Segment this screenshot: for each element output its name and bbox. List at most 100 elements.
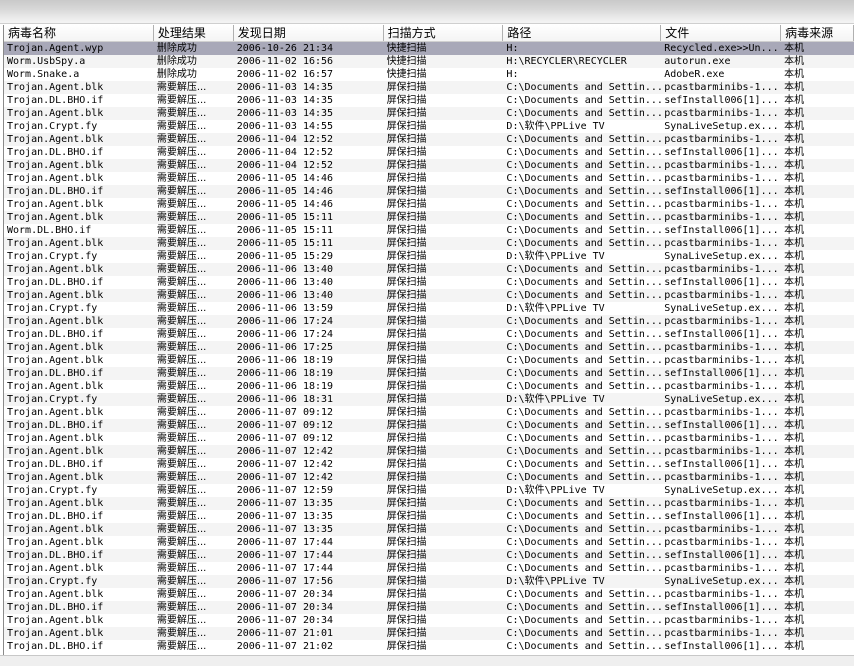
table-row[interactable]: Trojan.DL.BHO.if 需要解压... 2006-11-07 21:02 屏… — [4, 640, 854, 653]
table-row[interactable]: Trojan.DL.BHO.if 需要解压... 2006-11-06 13:40 屏… — [4, 276, 854, 289]
table-row[interactable]: Trojan.Agent.blk 需要解压... 2006-11-05 15:11 屏… — [4, 237, 854, 250]
source-cell: 本机 — [784, 56, 805, 67]
virus-name-cell: Trojan.Crypt.fy — [7, 121, 98, 132]
path-cell: C:\Documents and Settin... — [506, 511, 662, 522]
column-header-source[interactable]: 病毒来源 — [781, 25, 854, 41]
table-row[interactable]: Trojan.Crypt.fy 需要解压... 2006-11-06 13:59 屏保… — [4, 302, 854, 315]
virus-name-cell: Trojan.Agent.wyp — [7, 43, 104, 54]
file-cell: sefInstall006[1]... — [664, 550, 779, 561]
scan-method-cell: 屏保扫描 — [386, 394, 427, 405]
table-row[interactable]: Trojan.Agent.blk 需要解压... 2006-11-07 17:44 屏… — [4, 536, 854, 549]
source-cell: 本机 — [784, 82, 805, 93]
table-row[interactable]: Trojan.Agent.blk 需要解压... 2006-11-07 13:35 屏… — [4, 523, 854, 536]
table-row[interactable]: Trojan.Agent.blk 需要解压... 2006-11-06 17:24 屏… — [4, 315, 854, 328]
table-row[interactable]: Worm.Snake.a 删除成功 2006-11-02 16:57 快捷扫描 H: Ad… — [4, 68, 854, 81]
scan-method-cell: 屏保扫描 — [386, 303, 427, 314]
column-header-virus-name[interactable]: 病毒名称 — [4, 25, 154, 41]
path-cell: C:\Documents and Settin... — [506, 550, 662, 561]
table-row[interactable]: Trojan.Agent.blk 需要解压... 2006-11-07 12:42 屏… — [4, 471, 854, 484]
column-header-found-date[interactable]: 发现日期 — [233, 25, 384, 41]
table-row[interactable]: Trojan.Agent.blk 需要解压... 2006-11-04 12:52 屏… — [4, 159, 854, 172]
table-row[interactable]: Trojan.DL.BHO.if 需要解压... 2006-11-07 13:35 屏… — [4, 510, 854, 523]
table-row[interactable]: Trojan.Agent.blk 需要解压... 2006-11-03 14:35 屏… — [4, 81, 854, 94]
table-row[interactable]: Trojan.Agent.blk 需要解压... 2006-11-06 13:40 屏… — [4, 289, 854, 302]
scan-method-cell: 屏保扫描 — [386, 134, 427, 145]
table-row[interactable]: Trojan.DL.BHO.if 需要解压... 2006-11-07 20:34 屏… — [4, 601, 854, 614]
file-cell: pcastbarminibs-1... — [664, 615, 779, 626]
path-cell: C:\Documents and Settin... — [506, 641, 662, 652]
table-row[interactable]: Trojan.Agent.blk 需要解压... 2006-11-07 09:12 屏… — [4, 432, 854, 445]
result-cell: 需要解压... — [156, 134, 207, 145]
virus-log-list[interactable]: 病毒名称 处理结果 发现日期 扫描方式 路径 文件 病毒来源 Trojan.Ag… — [3, 25, 854, 655]
source-cell: 本机 — [784, 355, 805, 366]
file-cell: SynaLiveSetup.ex... — [664, 303, 779, 314]
column-header-result[interactable]: 处理结果 — [153, 25, 234, 41]
result-cell: 需要解压... — [156, 199, 207, 210]
table-row[interactable]: Trojan.Agent.blk 需要解压... 2006-11-06 18:19 屏… — [4, 380, 854, 393]
scan-method-cell: 屏保扫描 — [386, 251, 427, 262]
file-cell: pcastbarminibs-1... — [664, 264, 779, 275]
table-row[interactable]: Trojan.DL.BHO.if 需要解压... 2006-11-07 09:12 屏… — [4, 419, 854, 432]
table-row[interactable]: Trojan.DL.BHO.if 需要解压... 2006-11-07 17:44 屏… — [4, 549, 854, 562]
virus-name-cell: Worm.DL.BHO.if — [7, 225, 92, 236]
file-cell: pcastbarminibs-1... — [664, 433, 779, 444]
scan-method-cell: 屏保扫描 — [386, 147, 427, 158]
table-row[interactable]: Trojan.Agent.blk 需要解压... 2006-11-07 21:01 屏… — [4, 627, 854, 640]
source-cell: 本机 — [784, 160, 805, 171]
table-row[interactable]: Worm.DL.BHO.if 需要解压... 2006-11-05 15:11 屏保扫… — [4, 224, 854, 237]
table-row[interactable]: Trojan.Agent.wyp 删除成功 2006-10-26 21:34 快捷扫描… — [4, 42, 854, 55]
table-row[interactable]: Trojan.Agent.blk 需要解压... 2006-11-07 20:34 屏… — [4, 614, 854, 627]
scan-method-cell: 屏保扫描 — [386, 108, 427, 119]
date-cell: 2006-11-06 13:40 — [236, 264, 334, 275]
result-cell: 需要解压... — [156, 173, 207, 184]
table-row[interactable]: Trojan.Agent.blk 需要解压... 2006-11-06 13:40 屏… — [4, 263, 854, 276]
table-row[interactable]: Trojan.Agent.blk 需要解压... 2006-11-07 12:42 屏… — [4, 445, 854, 458]
source-cell: 本机 — [784, 342, 805, 353]
source-cell: 本机 — [784, 394, 805, 405]
table-row[interactable]: Trojan.Crypt.fy 需要解压... 2006-11-03 14:55 屏保… — [4, 120, 854, 133]
table-row[interactable]: Trojan.Agent.blk 需要解压... 2006-11-05 14:46 屏… — [4, 172, 854, 185]
table-row[interactable]: Trojan.DL.BHO.if 需要解压... 2006-11-07 12:42 屏… — [4, 458, 854, 471]
table-row[interactable]: Trojan.Agent.blk 需要解压... 2006-11-07 09:12 屏… — [4, 406, 854, 419]
path-cell: C:\Documents and Settin... — [506, 212, 662, 223]
virus-name-cell: Trojan.Crypt.fy — [7, 576, 98, 587]
table-row[interactable]: Trojan.Agent.blk 需要解压... 2006-11-03 14:35 屏… — [4, 107, 854, 120]
column-header-file[interactable]: 文件 — [661, 25, 782, 41]
table-row[interactable]: Trojan.Agent.blk 需要解压... 2006-11-07 17:44 屏… — [4, 562, 854, 575]
table-row[interactable]: Trojan.Agent.blk 需要解压... 2006-11-04 12:52 屏… — [4, 133, 854, 146]
table-row[interactable]: Trojan.Crypt.fy 需要解压... 2006-11-07 12:59 屏保… — [4, 484, 854, 497]
table-row[interactable]: Trojan.Agent.blk 需要解压... 2006-11-05 15:11 屏… — [4, 211, 854, 224]
table-row[interactable]: Trojan.DL.BHO.if 需要解压... 2006-11-06 17:24 屏… — [4, 328, 854, 341]
column-header-scan-method[interactable]: 扫描方式 — [383, 25, 504, 41]
table-row[interactable]: Trojan.Agent.blk 需要解压... 2006-11-07 20:34 屏… — [4, 588, 854, 601]
file-cell: pcastbarminibs-1... — [664, 212, 779, 223]
source-cell: 本机 — [784, 524, 805, 535]
table-row[interactable]: Trojan.Agent.blk 需要解压... 2006-11-05 14:46 屏… — [4, 198, 854, 211]
table-row[interactable]: Trojan.Agent.blk 需要解压... 2006-11-06 17:25 屏… — [4, 341, 854, 354]
table-row[interactable]: Worm.UsbSpy.a 删除成功 2006-11-02 16:56 快捷扫描 H:\… — [4, 55, 854, 68]
date-cell: 2006-11-07 21:01 — [236, 628, 334, 639]
virus-name-cell: Trojan.Agent.blk — [7, 134, 104, 145]
scan-method-cell: 屏保扫描 — [386, 407, 427, 418]
date-cell: 2006-11-03 14:55 — [236, 121, 334, 132]
source-cell: 本机 — [784, 238, 805, 249]
date-cell: 2006-11-07 12:42 — [236, 459, 334, 470]
table-row[interactable]: Trojan.DL.BHO.if 需要解压... 2006-11-04 12:52 屏… — [4, 146, 854, 159]
scan-method-cell: 快捷扫描 — [386, 56, 427, 67]
table-row[interactable]: Trojan.Agent.blk 需要解压... 2006-11-07 13:35 屏… — [4, 497, 854, 510]
virus-name-cell: Trojan.Agent.blk — [7, 342, 104, 353]
table-row[interactable]: Trojan.Agent.blk 需要解压... 2006-11-06 18:19 屏… — [4, 354, 854, 367]
table-row[interactable]: Trojan.Crypt.fy 需要解压... 2006-11-06 18:31 屏保… — [4, 393, 854, 406]
table-row[interactable]: Trojan.DL.BHO.if 需要解压... 2006-11-06 18:19 屏… — [4, 367, 854, 380]
table-row[interactable]: Trojan.DL.BHO.if 需要解压... 2006-11-03 14:35 屏… — [4, 94, 854, 107]
column-header-path[interactable]: 路径 — [503, 25, 662, 41]
source-cell: 本机 — [784, 277, 805, 288]
file-cell: sefInstall006[1]... — [664, 95, 779, 106]
table-row[interactable]: Trojan.Crypt.fy 需要解压... 2006-11-05 15:29 屏保… — [4, 250, 854, 263]
source-cell: 本机 — [784, 472, 805, 483]
table-row[interactable]: Trojan.DL.BHO.if 需要解压... 2006-11-05 14:46 屏… — [4, 185, 854, 198]
source-cell: 本机 — [784, 264, 805, 275]
date-cell: 2006-11-04 12:52 — [236, 160, 334, 171]
table-row[interactable]: Trojan.Crypt.fy 需要解压... 2006-11-07 17:56 屏保… — [4, 575, 854, 588]
scan-method-cell: 屏保扫描 — [386, 277, 427, 288]
